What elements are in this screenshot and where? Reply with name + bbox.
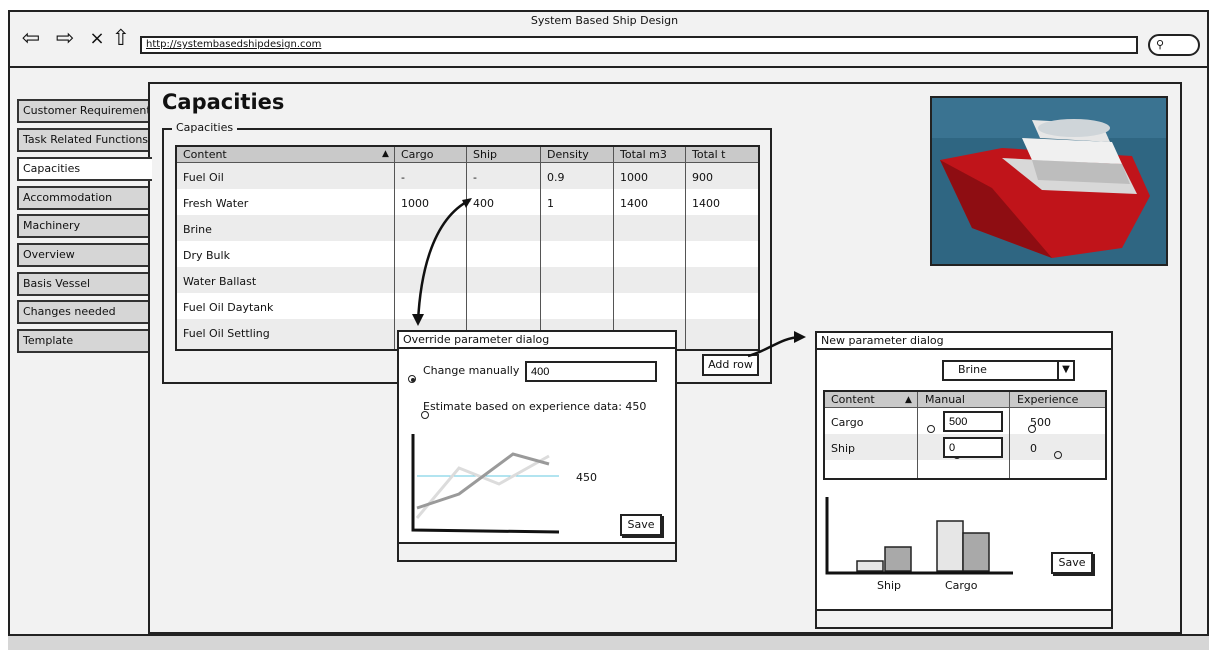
ship-manual-input[interactable] — [943, 437, 1003, 458]
ship-experience-value: 0 — [1030, 442, 1037, 455]
bar-ship-light — [856, 560, 884, 572]
column-header-manual: Manual — [925, 393, 965, 406]
column-header-experience: Experience — [1017, 393, 1079, 406]
experience-bar-chart — [825, 497, 1013, 575]
experience-line-chart — [411, 434, 560, 534]
experience-series-light — [415, 454, 550, 519]
cargo-experience-value: 500 — [1030, 416, 1051, 429]
radio-change-manually[interactable] — [408, 374, 416, 383]
selected-value: Brine — [958, 363, 987, 376]
change-manually-label: Change manually — [423, 364, 520, 377]
dialog-title: Override parameter dialog — [399, 332, 675, 349]
estimate-label: Estimate based on experience data: 450 — [423, 400, 647, 413]
column-header-content[interactable]: Content — [831, 393, 875, 406]
chart-label-ship: Ship — [877, 579, 901, 592]
radio-cargo-manual[interactable] — [927, 424, 935, 433]
status-bar — [8, 634, 1209, 650]
column-divider — [1009, 392, 1010, 478]
experience-series-dark — [416, 452, 550, 510]
bar-ship-dark — [884, 546, 912, 572]
radio-ship-experience[interactable] — [1054, 450, 1063, 459]
column-divider — [917, 392, 918, 478]
row-label-ship: Ship — [831, 442, 855, 455]
new-parameter-dialog: New parameter dialog Brine ▼ Content ▲ M… — [815, 331, 1113, 629]
override-parameter-dialog: Override parameter dialog Change manuall… — [397, 330, 677, 562]
dropdown-arrow-icon[interactable]: ▼ — [1057, 360, 1075, 381]
new-parameter-table: Content ▲ Manual Experience Cargo 500 Sh… — [823, 390, 1107, 480]
chart-label-cargo: Cargo — [945, 579, 978, 592]
sort-ascending-icon[interactable]: ▲ — [905, 395, 912, 405]
chart-annotation-450: 450 — [576, 471, 597, 484]
dialog-footer — [817, 609, 1111, 627]
bar-cargo-light — [936, 520, 964, 572]
bar-cargo-dark — [962, 532, 990, 572]
dialog-title: New parameter dialog — [817, 333, 1111, 350]
save-button[interactable]: Save — [620, 514, 662, 536]
cargo-manual-input[interactable] — [943, 411, 1003, 432]
content-type-select[interactable]: Brine ▼ — [942, 360, 1075, 381]
chart-axes — [411, 434, 560, 534]
save-button[interactable]: Save — [1051, 552, 1093, 574]
manual-value-input[interactable] — [525, 361, 657, 382]
row-label-cargo: Cargo — [831, 416, 864, 429]
dialog-footer — [399, 542, 675, 560]
